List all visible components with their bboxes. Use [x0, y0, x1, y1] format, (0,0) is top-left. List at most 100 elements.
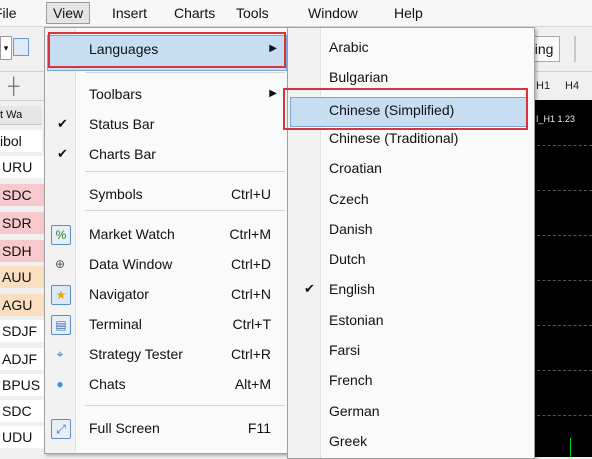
menu-file[interactable]: File — [0, 5, 17, 21]
language-label: Dutch — [329, 251, 366, 268]
chart-gridline — [532, 145, 592, 146]
chart-candle — [570, 438, 571, 457]
menu-separator — [85, 210, 285, 211]
menu-item-label: Symbols — [89, 186, 143, 202]
market-watch-symbol-row[interactable]: AUU — [0, 266, 44, 288]
checkmark-icon: ✔ — [57, 116, 68, 131]
market-watch-title: t Wa — [0, 106, 42, 125]
menu-item-shortcut: F11 — [247, 420, 271, 436]
market-watch-symbol-row[interactable]: URU — [0, 156, 44, 178]
market-watch-symbol-row[interactable]: BPUS — [0, 374, 44, 396]
menu-item-label: Data Window — [89, 256, 173, 272]
menu-window[interactable]: Window — [308, 5, 358, 21]
submenu-arrow-icon: ▶ — [269, 88, 277, 99]
view-menu-item-data-window[interactable]: ⊕ Data Window Ctrl+D — [45, 250, 289, 280]
language-label: Danish — [329, 220, 373, 237]
language-label: French — [329, 372, 373, 389]
market-watch-symbol-row[interactable]: SDR — [0, 212, 44, 234]
market-watch-symbol-row[interactable]: SDJF — [0, 320, 44, 342]
menu-item-shortcut: Ctrl+M — [229, 226, 271, 242]
language-label: Estonian — [329, 311, 384, 328]
terminal-icon: ▤ — [51, 315, 71, 335]
market-watch-symbol-row[interactable]: ADJF — [0, 348, 44, 370]
annotation-box-languages — [48, 32, 286, 68]
checkmark-icon: ✔ — [57, 146, 68, 161]
language-item-farsi[interactable]: Farsi — [288, 337, 534, 367]
menu-item-shortcut: Ctrl+N — [230, 286, 271, 302]
language-label: Farsi — [329, 342, 361, 358]
view-menu-item-status-bar[interactable]: ✔ Status Bar — [45, 110, 289, 140]
view-menu-item-toolbars[interactable]: Toolbars ▶ — [45, 80, 289, 110]
symbol-column-header[interactable]: ibol — [0, 130, 42, 152]
view-menu-item-navigator[interactable]: ★ Navigator Ctrl+N — [45, 280, 289, 310]
view-menu-item-symbols[interactable]: Symbols Ctrl+U — [45, 180, 289, 210]
language-item-french[interactable]: French — [288, 367, 534, 397]
chat-bubble-icon: ● — [56, 377, 64, 391]
language-label: English — [329, 281, 375, 298]
crosshair-icon: ⊕ — [54, 257, 66, 271]
language-item-croatian[interactable]: Croatian — [288, 155, 534, 185]
menu-item-label: Navigator — [89, 286, 149, 302]
language-item-danish[interactable]: Danish — [288, 216, 534, 246]
market-watch-symbol-row[interactable]: AGU — [0, 294, 44, 316]
menu-separator — [85, 171, 285, 172]
chart-symbol-label: I_H1 1.23 — [536, 114, 576, 124]
language-item-dutch[interactable]: Dutch — [288, 246, 534, 276]
crosshair-tool-icon[interactable]: ┼ — [8, 78, 19, 96]
menu-item-shortcut: Ctrl+D — [230, 256, 271, 272]
menu-separator — [85, 72, 285, 73]
menu-item-label: Strategy Tester — [89, 346, 183, 362]
menu-bar: File View Insert Charts Tools Window Hel… — [0, 0, 592, 27]
menu-item-label: Charts Bar — [89, 146, 156, 162]
menu-item-label: Market Watch — [89, 226, 175, 242]
language-label: Greek — [329, 432, 368, 449]
menu-item-label: Status Bar — [89, 116, 155, 132]
menu-view[interactable]: View — [46, 2, 91, 24]
menu-separator — [85, 405, 285, 406]
menu-item-label: Chats — [89, 376, 126, 392]
timeframe-h1[interactable]: H1 — [536, 80, 550, 92]
chart-gridline — [532, 235, 592, 236]
view-menu: Languages ▶ Toolbars ▶ ✔ Status Bar ✔ Charts Ba… — [44, 27, 290, 454]
view-menu-item-chats[interactable]: ● Chats Alt+M — [45, 370, 289, 400]
view-menu-item-full-screen[interactable]: ⤢ Full Screen F11 — [45, 414, 289, 444]
menu-tools[interactable]: Tools — [236, 5, 269, 21]
language-item-arabic[interactable]: Arabic — [288, 34, 534, 64]
market-watch-symbol-row[interactable]: SDC — [0, 400, 44, 422]
view-menu-item-charts-bar[interactable]: ✔ Charts Bar — [45, 140, 289, 170]
menu-insert[interactable]: Insert — [112, 5, 147, 21]
chart-gridline — [532, 325, 592, 326]
toolbar-separator — [574, 36, 576, 62]
menu-item-shortcut: Ctrl+R — [230, 346, 271, 362]
market-watch-symbol-row[interactable]: SDH — [0, 240, 44, 262]
chart-gridline — [532, 190, 592, 191]
view-menu-item-terminal[interactable]: ▤ Terminal Ctrl+T — [45, 310, 289, 340]
market-watch-icon: % — [51, 225, 71, 245]
strategy-tester-icon: ⌖ — [56, 347, 64, 361]
menu-charts[interactable]: Charts — [174, 5, 215, 21]
language-item-greek[interactable]: Greek — [288, 428, 534, 458]
language-label: Chinese (Traditional) — [329, 129, 459, 146]
language-label: Bulgarian — [329, 69, 389, 86]
chart-gridline — [532, 280, 592, 281]
menu-help[interactable]: Help — [394, 5, 423, 21]
timeframe-h4[interactable]: H4 — [565, 80, 579, 92]
chart-area[interactable] — [532, 100, 592, 457]
view-menu-item-market-watch[interactable]: % Market Watch Ctrl+M — [45, 220, 289, 250]
market-watch-symbol-row[interactable]: UDU — [0, 426, 44, 448]
menu-item-label: Full Screen — [89, 420, 160, 436]
market-watch-symbol-row[interactable]: SDC — [0, 184, 44, 206]
chart-gridline — [532, 415, 592, 416]
new-chart-icon[interactable] — [13, 38, 29, 56]
view-menu-item-strategy-tester[interactable]: ⌖ Strategy Tester Ctrl+R — [45, 340, 289, 370]
language-label: Arabic — [329, 39, 369, 55]
navigator-star-icon: ★ — [51, 285, 71, 305]
menu-item-shortcut: Ctrl+U — [230, 186, 271, 202]
language-item-estonian[interactable]: Estonian — [288, 307, 534, 337]
language-label: German — [329, 402, 380, 419]
language-item-german[interactable]: German — [288, 398, 534, 428]
language-item-english[interactable]: ✔ English — [288, 276, 534, 306]
language-item-czech[interactable]: Czech — [288, 186, 534, 216]
toolbar-dropdown[interactable]: ▾ — [0, 36, 12, 60]
menu-item-label: Toolbars — [89, 86, 142, 102]
